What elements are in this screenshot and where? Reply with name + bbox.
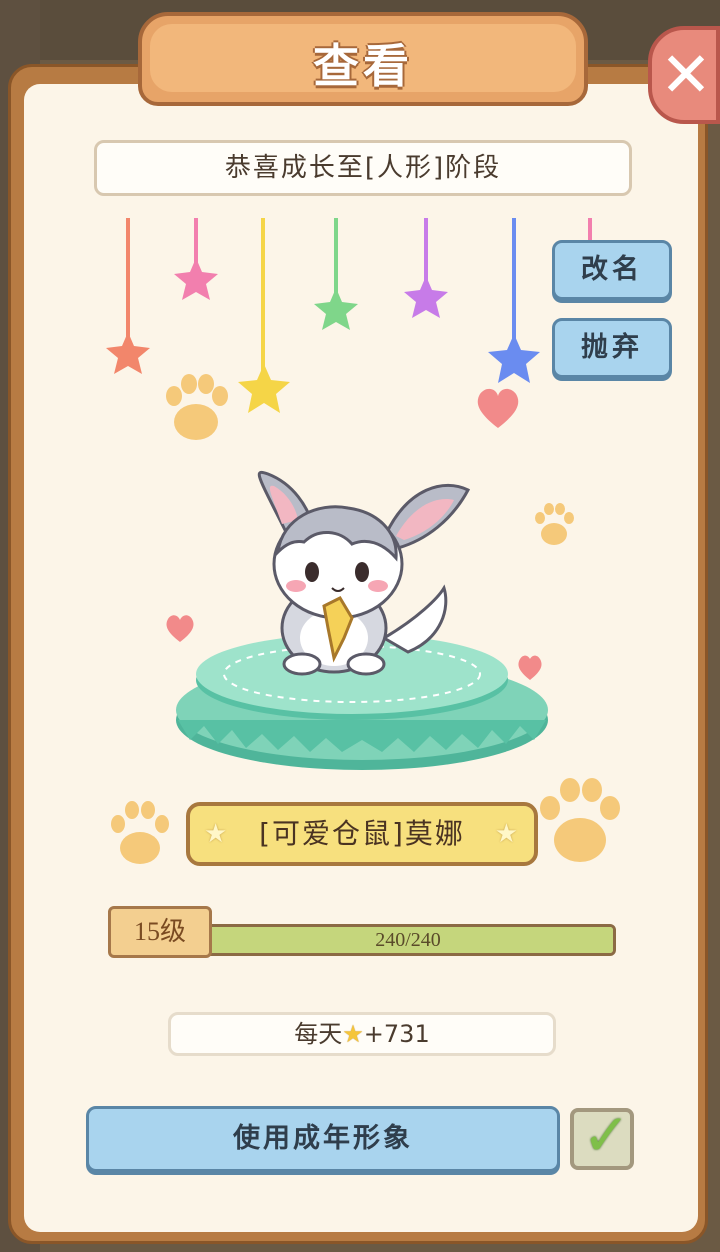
star-icon: ★: [494, 819, 520, 849]
use-adult-form-button[interactable]: 使用成年形象: [86, 1106, 560, 1172]
star-green-icon: [314, 288, 358, 330]
star-pink-icon: [174, 258, 218, 300]
abandon-button[interactable]: 抛弃: [552, 318, 672, 378]
dialog-title-tab: 查看: [138, 12, 588, 106]
rename-button[interactable]: 改名: [552, 240, 672, 300]
pet-name: [可爱仓鼠]莫娜: [259, 817, 465, 850]
daily-amount: +731: [363, 1020, 430, 1048]
star-icon: ★: [204, 819, 230, 849]
exp-text: 240/240: [375, 929, 441, 951]
paw-icon: [535, 503, 574, 545]
daily-income: 每天★+731: [168, 1012, 556, 1056]
use-adult-checkbox[interactable]: ✓: [570, 1101, 634, 1170]
star-blue-icon: [488, 334, 540, 383]
paw-icon: [111, 801, 169, 864]
close-button[interactable]: ✕: [648, 26, 720, 124]
paw-icon: [166, 374, 228, 440]
growth-banner: 恭喜成长至[人形]阶段: [94, 140, 632, 196]
daily-prefix: 每天: [294, 1020, 343, 1048]
exp-bar: 240/240: [200, 924, 616, 956]
star-purple-icon: [404, 276, 448, 318]
pet-character: [257, 470, 471, 676]
star-yellow-icon: [238, 364, 290, 413]
dialog-title: 查看: [313, 39, 413, 93]
checkmark-icon: ✓: [582, 1101, 631, 1169]
paw-icon: [540, 778, 620, 862]
star-orange-icon: [106, 332, 150, 374]
heart-icon: [477, 388, 519, 428]
pet-name-plate: ★ [可爱仓鼠]莫娜 ★: [186, 802, 538, 866]
star-icon: ★: [342, 1020, 364, 1048]
close-icon: ✕: [660, 38, 712, 111]
level-badge: 15级: [108, 906, 212, 958]
